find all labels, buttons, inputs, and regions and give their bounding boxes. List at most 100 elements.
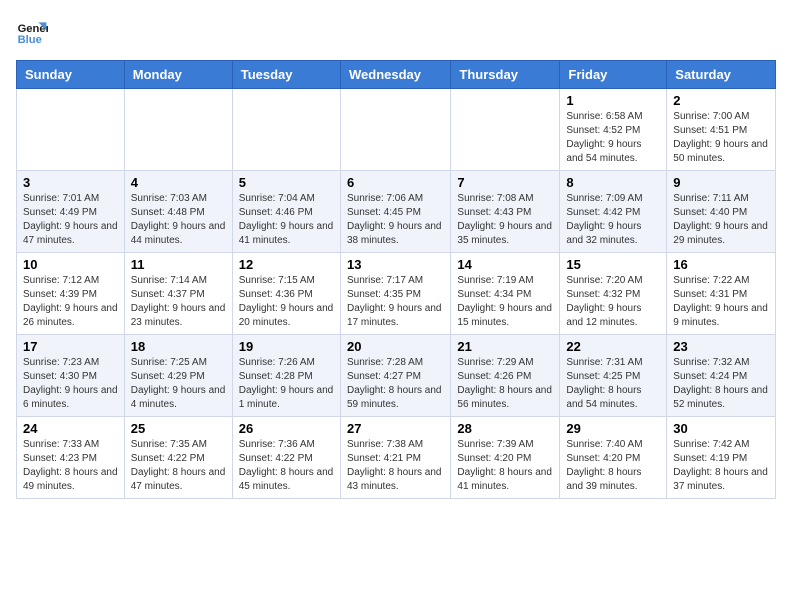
calendar-header-wednesday: Wednesday: [340, 61, 450, 89]
day-number: 3: [23, 175, 118, 190]
day-info: Sunrise: 7:35 AM Sunset: 4:22 PM Dayligh…: [131, 438, 226, 494]
day-number: 20: [347, 339, 444, 354]
day-number: 16: [673, 257, 769, 272]
day-info: Sunrise: 7:14 AM Sunset: 4:37 PM Dayligh…: [131, 274, 226, 330]
calendar-cell: 9 Sunrise: 7:11 AM Sunset: 4:40 PM Daylig…: [667, 171, 776, 253]
day-info: Sunrise: 7:08 AM Sunset: 4:43 PM Dayligh…: [457, 192, 553, 248]
day-number: 24: [23, 421, 118, 436]
day-number: 17: [23, 339, 118, 354]
day-number: 27: [347, 421, 444, 436]
day-info: Sunrise: 7:42 AM Sunset: 4:19 PM Dayligh…: [673, 438, 769, 494]
calendar-cell: 4 Sunrise: 7:03 AM Sunset: 4:48 PM Daylig…: [124, 171, 232, 253]
day-info: Sunrise: 7:01 AM Sunset: 4:49 PM Dayligh…: [23, 192, 118, 248]
calendar-cell: [124, 89, 232, 171]
calendar-cell: 8Sunrise: 7:09 AM Sunset: 4:42 PM Daylig…: [560, 171, 667, 253]
day-number: 10: [23, 257, 118, 272]
calendar-cell: 1 Sunrise: 6:58 AM Sunset: 4:52 PM Daylig…: [560, 89, 667, 171]
day-number: 4: [131, 175, 226, 190]
day-info: Sunrise: 7:00 AM Sunset: 4:51 PM Dayligh…: [673, 110, 769, 166]
calendar-cell: 23Sunrise: 7:32 AM Sunset: 4:24 PM Dayli…: [667, 335, 776, 417]
calendar-cell: 7 Sunrise: 7:08 AM Sunset: 4:43 PM Daylig…: [451, 171, 560, 253]
svg-text:Blue: Blue: [18, 34, 42, 46]
day-info: Sunrise: 7:12 AM Sunset: 4:39 PM Dayligh…: [23, 274, 118, 330]
calendar-header-sunday: Sunday: [17, 61, 125, 89]
calendar-cell: 21Sunrise: 7:29 AM Sunset: 4:26 PM Dayli…: [451, 335, 560, 417]
day-number: 11: [131, 257, 226, 272]
day-info: Sunrise: 7:38 AM Sunset: 4:21 PM Dayligh…: [347, 438, 444, 494]
calendar-header-thursday: Thursday: [451, 61, 560, 89]
day-number: 8: [566, 175, 660, 190]
calendar-cell: 28Sunrise: 7:39 AM Sunset: 4:20 PM Dayli…: [451, 417, 560, 499]
calendar-cell: 24Sunrise: 7:33 AM Sunset: 4:23 PM Dayli…: [17, 417, 125, 499]
day-number: 9: [673, 175, 769, 190]
calendar-cell: [17, 89, 125, 171]
calendar-cell: [451, 89, 560, 171]
day-number: 30: [673, 421, 769, 436]
day-number: 1: [566, 93, 660, 108]
calendar-table: SundayMondayTuesdayWednesdayThursdayFrid…: [16, 60, 776, 499]
calendar-body: 1 Sunrise: 6:58 AM Sunset: 4:52 PM Daylig…: [17, 89, 776, 499]
day-info: Sunrise: 7:26 AM Sunset: 4:28 PM Dayligh…: [239, 356, 334, 412]
calendar-cell: 6 Sunrise: 7:06 AM Sunset: 4:45 PM Daylig…: [340, 171, 450, 253]
day-info: Sunrise: 7:31 AM Sunset: 4:25 PM Dayligh…: [566, 356, 660, 412]
day-number: 25: [131, 421, 226, 436]
calendar-cell: [340, 89, 450, 171]
calendar-cell: 20Sunrise: 7:28 AM Sunset: 4:27 PM Dayli…: [340, 335, 450, 417]
calendar-header-saturday: Saturday: [667, 61, 776, 89]
day-info: Sunrise: 7:25 AM Sunset: 4:29 PM Dayligh…: [131, 356, 226, 412]
day-number: 26: [239, 421, 334, 436]
day-number: 12: [239, 257, 334, 272]
day-number: 14: [457, 257, 553, 272]
day-number: 15: [566, 257, 660, 272]
day-info: Sunrise: 7:15 AM Sunset: 4:36 PM Dayligh…: [239, 274, 334, 330]
day-info: Sunrise: 7:32 AM Sunset: 4:24 PM Dayligh…: [673, 356, 769, 412]
day-info: Sunrise: 7:17 AM Sunset: 4:35 PM Dayligh…: [347, 274, 444, 330]
calendar-header-row: SundayMondayTuesdayWednesdayThursdayFrid…: [17, 61, 776, 89]
day-info: Sunrise: 7:23 AM Sunset: 4:30 PM Dayligh…: [23, 356, 118, 412]
day-info: Sunrise: 6:58 AM Sunset: 4:52 PM Dayligh…: [566, 110, 660, 166]
day-info: Sunrise: 7:11 AM Sunset: 4:40 PM Dayligh…: [673, 192, 769, 248]
day-info: Sunrise: 7:06 AM Sunset: 4:45 PM Dayligh…: [347, 192, 444, 248]
logo-icon: General Blue: [16, 16, 48, 48]
calendar-header-friday: Friday: [560, 61, 667, 89]
calendar-cell: 26 Sunrise: 7:36 AM Sunset: 4:22 PM Dayli…: [232, 417, 340, 499]
calendar-cell: [232, 89, 340, 171]
calendar-header-tuesday: Tuesday: [232, 61, 340, 89]
calendar-week-row: 17 Sunrise: 7:23 AM Sunset: 4:30 PM Dayli…: [17, 335, 776, 417]
calendar-cell: 12 Sunrise: 7:15 AM Sunset: 4:36 PM Dayli…: [232, 253, 340, 335]
day-info: Sunrise: 7:36 AM Sunset: 4:22 PM Dayligh…: [239, 438, 334, 494]
calendar-cell: 19 Sunrise: 7:26 AM Sunset: 4:28 PM Dayli…: [232, 335, 340, 417]
calendar-cell: 13 Sunrise: 7:17 AM Sunset: 4:35 PM Dayli…: [340, 253, 450, 335]
calendar-cell: 15 Sunrise: 7:20 AM Sunset: 4:32 PM Dayli…: [560, 253, 667, 335]
calendar-week-row: 10 Sunrise: 7:12 AM Sunset: 4:39 PM Dayli…: [17, 253, 776, 335]
calendar-cell: 16 Sunrise: 7:22 AM Sunset: 4:31 PM Dayli…: [667, 253, 776, 335]
day-info: Sunrise: 7:03 AM Sunset: 4:48 PM Dayligh…: [131, 192, 226, 248]
calendar-week-row: 3 Sunrise: 7:01 AM Sunset: 4:49 PM Daylig…: [17, 171, 776, 253]
day-number: 6: [347, 175, 444, 190]
day-number: 5: [239, 175, 334, 190]
day-info: Sunrise: 7:19 AM Sunset: 4:34 PM Dayligh…: [457, 274, 553, 330]
day-number: 13: [347, 257, 444, 272]
day-number: 2: [673, 93, 769, 108]
day-number: 18: [131, 339, 226, 354]
day-number: 19: [239, 339, 334, 354]
calendar-week-row: 1 Sunrise: 6:58 AM Sunset: 4:52 PM Daylig…: [17, 89, 776, 171]
page-header: General Blue: [16, 16, 776, 48]
day-number: 7: [457, 175, 553, 190]
day-info: Sunrise: 7:20 AM Sunset: 4:32 PM Dayligh…: [566, 274, 660, 330]
day-number: 29: [566, 421, 660, 436]
calendar-cell: 27 Sunrise: 7:38 AM Sunset: 4:21 PM Dayli…: [340, 417, 450, 499]
logo: General Blue: [16, 16, 48, 48]
day-info: Sunrise: 7:22 AM Sunset: 4:31 PM Dayligh…: [673, 274, 769, 330]
calendar-cell: 30 Sunrise: 7:42 AM Sunset: 4:19 PM Dayli…: [667, 417, 776, 499]
calendar-cell: 29 Sunrise: 7:40 AM Sunset: 4:20 PM Dayli…: [560, 417, 667, 499]
day-info: Sunrise: 7:40 AM Sunset: 4:20 PM Dayligh…: [566, 438, 660, 494]
calendar-cell: 17 Sunrise: 7:23 AM Sunset: 4:30 PM Dayli…: [17, 335, 125, 417]
calendar-cell: 5Sunrise: 7:04 AM Sunset: 4:46 PM Daylig…: [232, 171, 340, 253]
day-number: 28: [457, 421, 553, 436]
calendar-header-monday: Monday: [124, 61, 232, 89]
calendar-cell: 22Sunrise: 7:31 AM Sunset: 4:25 PM Dayli…: [560, 335, 667, 417]
calendar-cell: 25 Sunrise: 7:35 AM Sunset: 4:22 PM Dayli…: [124, 417, 232, 499]
calendar-cell: 10 Sunrise: 7:12 AM Sunset: 4:39 PM Dayli…: [17, 253, 125, 335]
calendar-cell: 2 Sunrise: 7:00 AM Sunset: 4:51 PM Daylig…: [667, 89, 776, 171]
